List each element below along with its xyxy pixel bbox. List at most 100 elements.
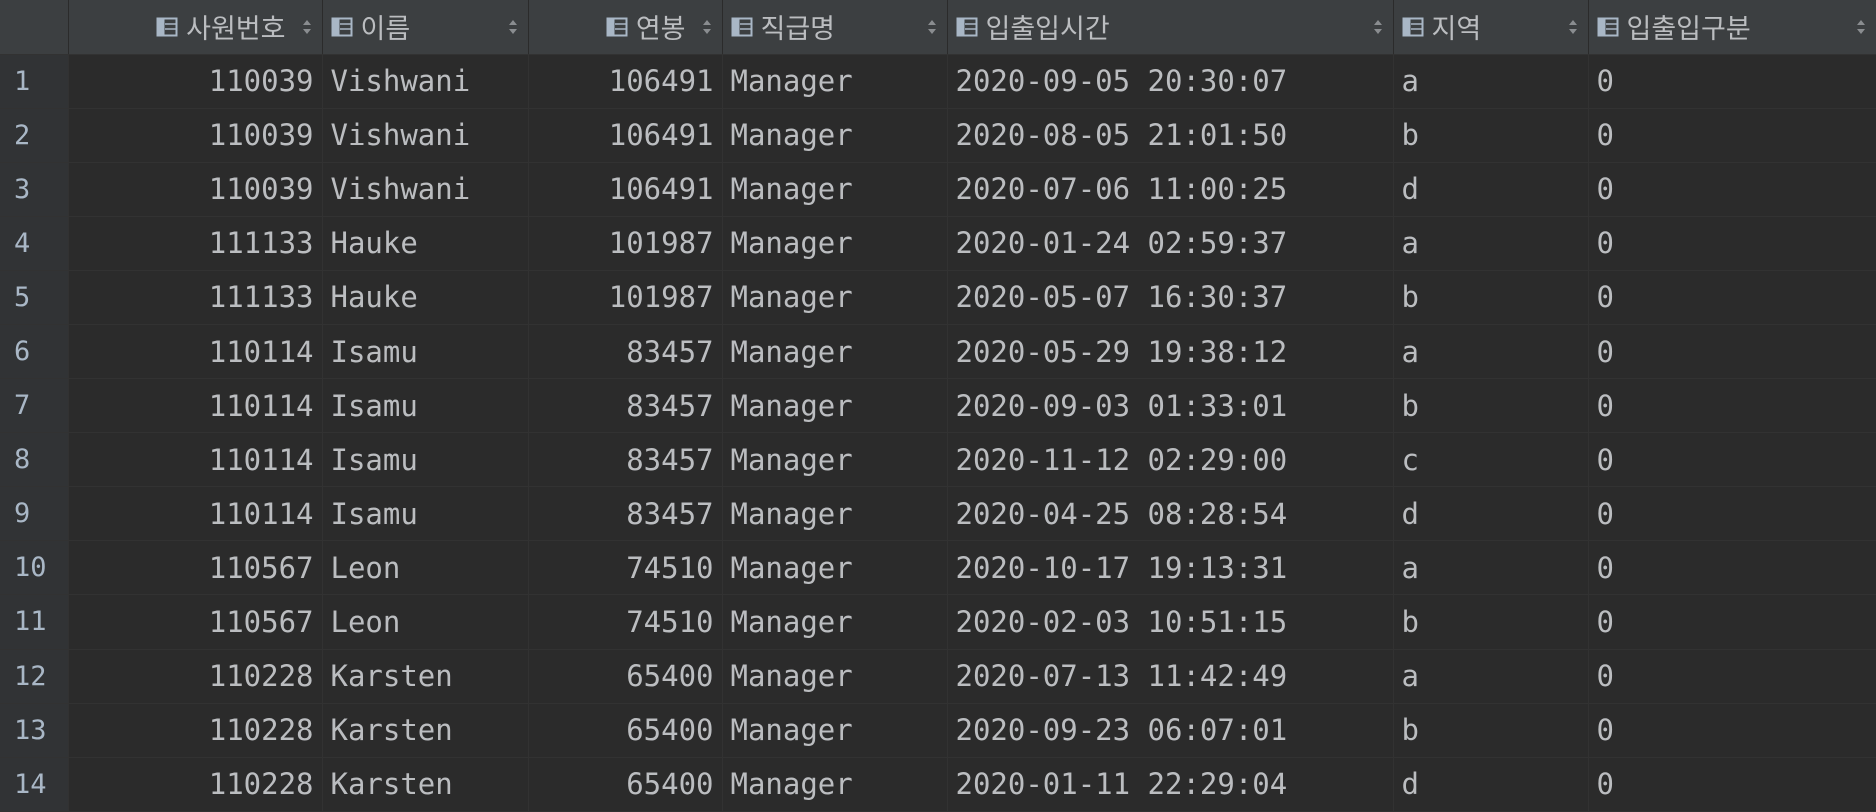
title-cell[interactable]: Manager [722,540,948,596]
row-number[interactable]: 9 [0,486,69,542]
table-row[interactable]: 2 110039 Vishwani 106491 Manager 2020-08-05 2… [0,108,1876,163]
sort-icon[interactable] [1568,18,1578,36]
access-time-cell[interactable]: 2020-09-23 06:07:01 [947,703,1394,758]
region-cell[interactable]: a [1393,54,1589,109]
table-row[interactable]: 1 110039 Vishwani 106491 Manager 2020-09-05 2… [0,54,1876,109]
salary-cell[interactable]: 83457 [528,378,723,434]
salary-cell[interactable]: 65400 [528,757,723,812]
table-row[interactable]: 14 110228 Karsten 65400 Manager 2020-01-11 22… [0,757,1876,812]
table-row[interactable]: 8 110114 Isamu 83457 Manager 2020-11-12 02:29… [0,432,1876,488]
title-cell[interactable]: Manager [722,378,948,434]
title-cell[interactable]: Manager [722,432,948,488]
title-cell[interactable]: Manager [722,703,948,758]
column-header-title[interactable]: 직급명 [722,0,948,55]
row-number[interactable]: 13 [0,703,69,758]
column-header-employee-id[interactable]: 사원번호 [68,0,323,55]
title-cell[interactable]: Manager [722,486,948,542]
row-number[interactable]: 2 [0,108,69,163]
access-time-cell[interactable]: 2020-09-03 01:33:01 [947,378,1394,434]
table-row[interactable]: 6 110114 Isamu 83457 Manager 2020-05-29 19:38… [0,324,1876,380]
access-type-cell[interactable]: 0 [1588,216,1876,271]
name-cell[interactable]: Vishwani [322,162,529,217]
table-row[interactable]: 7 110114 Isamu 83457 Manager 2020-09-03 01:33… [0,378,1876,434]
column-header-access-time[interactable]: 입출입시간 [947,0,1394,55]
name-cell[interactable]: Karsten [322,757,529,812]
row-number[interactable]: 7 [0,378,69,434]
title-cell[interactable]: Manager [722,757,948,812]
region-cell[interactable]: a [1393,324,1589,380]
table-row[interactable]: 13 110228 Karsten 65400 Manager 2020-09-23 06… [0,703,1876,758]
row-number[interactable]: 8 [0,432,69,488]
table-row[interactable]: 10 110567 Leon 74510 Manager 2020-10-17 19:13… [0,540,1876,596]
sort-icon[interactable] [1373,18,1383,36]
employee-id-cell[interactable]: 110039 [68,162,323,217]
column-header-name[interactable]: 이름 [322,0,529,55]
employee-id-cell[interactable]: 110228 [68,703,323,758]
name-cell[interactable]: Hauke [322,270,529,325]
name-cell[interactable]: Isamu [322,378,529,434]
salary-cell[interactable]: 106491 [528,162,723,217]
access-type-cell[interactable]: 0 [1588,432,1876,488]
employee-id-cell[interactable]: 110114 [68,486,323,542]
table-row[interactable]: 9 110114 Isamu 83457 Manager 2020-04-25 08:28… [0,486,1876,542]
title-cell[interactable]: Manager [722,162,948,217]
access-type-cell[interactable]: 0 [1588,540,1876,596]
column-header-salary[interactable]: 연봉 [528,0,723,55]
row-number[interactable]: 11 [0,594,69,650]
sort-icon[interactable] [702,18,712,36]
employee-id-cell[interactable]: 111133 [68,270,323,325]
employee-id-cell[interactable]: 110228 [68,649,323,704]
salary-cell[interactable]: 74510 [528,594,723,650]
title-cell[interactable]: Manager [722,108,948,163]
access-type-cell[interactable]: 0 [1588,378,1876,434]
table-row[interactable]: 11 110567 Leon 74510 Manager 2020-02-03 10:51… [0,594,1876,650]
employee-id-cell[interactable]: 110567 [68,540,323,596]
employee-id-cell[interactable]: 110114 [68,378,323,434]
region-cell[interactable]: d [1393,486,1589,542]
region-cell[interactable]: b [1393,270,1589,325]
region-cell[interactable]: c [1393,432,1589,488]
salary-cell[interactable]: 83457 [528,486,723,542]
access-type-cell[interactable]: 0 [1588,54,1876,109]
region-cell[interactable]: a [1393,649,1589,704]
name-cell[interactable]: Isamu [322,432,529,488]
salary-cell[interactable]: 65400 [528,649,723,704]
sort-icon[interactable] [1856,18,1866,36]
name-cell[interactable]: Vishwani [322,54,529,109]
access-time-cell[interactable]: 2020-01-24 02:59:37 [947,216,1394,271]
name-cell[interactable]: Hauke [322,216,529,271]
row-number[interactable]: 14 [0,757,69,812]
access-time-cell[interactable]: 2020-07-13 11:42:49 [947,649,1394,704]
salary-cell[interactable]: 106491 [528,108,723,163]
access-type-cell[interactable]: 0 [1588,757,1876,812]
salary-cell[interactable]: 83457 [528,324,723,380]
employee-id-cell[interactable]: 110039 [68,108,323,163]
row-number[interactable]: 4 [0,216,69,271]
region-cell[interactable]: b [1393,703,1589,758]
sort-icon[interactable] [302,18,312,36]
access-time-cell[interactable]: 2020-07-06 11:00:25 [947,162,1394,217]
employee-id-cell[interactable]: 110039 [68,54,323,109]
name-cell[interactable]: Karsten [322,703,529,758]
access-time-cell[interactable]: 2020-02-03 10:51:15 [947,594,1394,650]
title-cell[interactable]: Manager [722,324,948,380]
access-type-cell[interactable]: 0 [1588,108,1876,163]
access-type-cell[interactable]: 0 [1588,270,1876,325]
name-cell[interactable]: Isamu [322,324,529,380]
salary-cell[interactable]: 83457 [528,432,723,488]
employee-id-cell[interactable]: 111133 [68,216,323,271]
access-type-cell[interactable]: 0 [1588,703,1876,758]
region-cell[interactable]: b [1393,594,1589,650]
access-time-cell[interactable]: 2020-11-12 02:29:00 [947,432,1394,488]
title-cell[interactable]: Manager [722,649,948,704]
access-type-cell[interactable]: 0 [1588,486,1876,542]
access-time-cell[interactable]: 2020-05-29 19:38:12 [947,324,1394,380]
region-cell[interactable]: d [1393,162,1589,217]
access-time-cell[interactable]: 2020-09-05 20:30:07 [947,54,1394,109]
corner-cell[interactable] [0,0,69,55]
row-number[interactable]: 1 [0,54,69,109]
access-time-cell[interactable]: 2020-05-07 16:30:37 [947,270,1394,325]
row-number[interactable]: 10 [0,540,69,596]
region-cell[interactable]: b [1393,378,1589,434]
title-cell[interactable]: Manager [722,54,948,109]
